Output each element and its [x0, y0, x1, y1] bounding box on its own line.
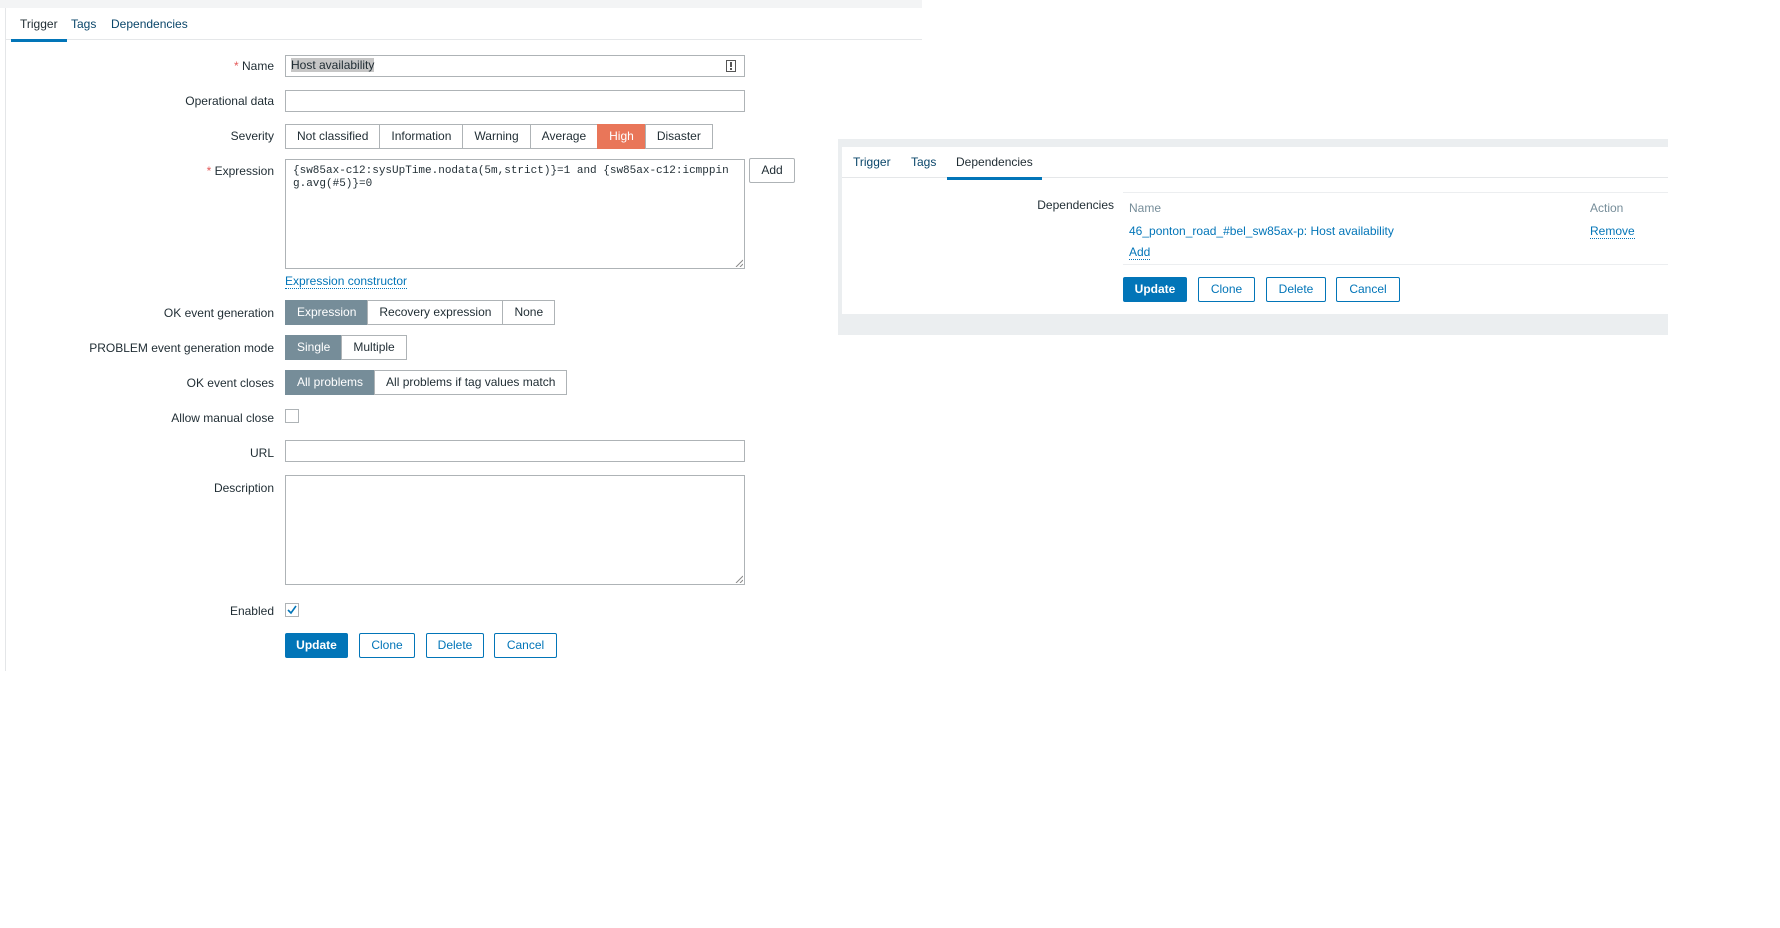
severity-warning[interactable]: Warning: [462, 124, 531, 149]
delete-button[interactable]: Delete: [426, 633, 484, 658]
operational-data-label: Operational data: [185, 94, 274, 108]
dependencies-form-tabs: Trigger Tags Dependencies: [842, 147, 1668, 180]
severity-label: Severity: [230, 129, 274, 143]
enabled-checkbox[interactable]: [285, 603, 299, 617]
severity-not-classified[interactable]: Not classified: [285, 124, 381, 149]
severity-average[interactable]: Average: [529, 124, 599, 149]
name-label-text: Name: [241, 59, 274, 73]
description-textarea[interactable]: [285, 475, 745, 585]
ok-gen-recovery-expression[interactable]: Recovery expression: [367, 300, 504, 325]
severity-disaster[interactable]: Disaster: [644, 124, 713, 149]
remove-dependency-link[interactable]: Remove: [1590, 224, 1635, 239]
column-header-name: Name: [1129, 201, 1162, 215]
ok-closes-tag-match[interactable]: All problems if tag values match: [374, 370, 568, 395]
severity-selector: Not classified Information Warning Avera…: [285, 124, 713, 149]
dependencies-view-frame: Trigger Tags Dependencies Dependencies N…: [838, 139, 1668, 335]
ok-event-generation-selector: Expression Recovery expression None: [285, 300, 556, 325]
problem-mode-selector: Single Multiple: [285, 335, 407, 360]
clone-button[interactable]: Clone: [359, 633, 415, 658]
name-label: * Name: [60, 59, 274, 73]
problem-mode-multiple[interactable]: Multiple: [341, 335, 407, 360]
dependencies-table: Name Action 46_ponton_road_#bel_sw85ax-p…: [1123, 192, 1668, 265]
description-label: Description: [213, 481, 274, 495]
cancel-button[interactable]: Cancel: [494, 633, 557, 658]
ok-gen-expression[interactable]: Expression: [285, 300, 369, 325]
problem-mode-label: PROBLEM event generation mode: [89, 341, 274, 355]
url-input[interactable]: [285, 440, 745, 462]
update-button[interactable]: Update: [1123, 277, 1187, 302]
ok-event-generation-label: OK event generation: [163, 306, 274, 320]
cancel-button[interactable]: Cancel: [1336, 277, 1400, 302]
expression-label-text: Expression: [214, 164, 274, 178]
operational-data-input[interactable]: [285, 90, 745, 112]
tab-tags[interactable]: Tags: [902, 155, 945, 177]
delete-button[interactable]: Delete: [1266, 277, 1326, 302]
allow-manual-close-label: Allow manual close: [171, 411, 274, 425]
update-button[interactable]: Update: [285, 633, 348, 658]
top-strip: [0, 0, 922, 8]
tab-dependencies[interactable]: Dependencies: [947, 155, 1042, 180]
add-dependency-link[interactable]: Add: [1129, 245, 1151, 260]
column-header-action: Action: [1590, 201, 1624, 215]
name-value: Host availability: [291, 58, 375, 72]
ok-closes-all-problems[interactable]: All problems: [285, 370, 376, 395]
resize-handle-icon[interactable]: [735, 259, 743, 267]
tab-trigger[interactable]: Trigger: [11, 17, 67, 42]
required-mark: *: [233, 59, 239, 73]
clone-button[interactable]: Clone: [1198, 277, 1255, 302]
expression-label: * Expression: [60, 164, 274, 178]
expression-textarea[interactable]: {sw85ax-c12:sysUpTime.nodata(5m,strict)}…: [285, 159, 745, 269]
problem-mode-single[interactable]: Single: [285, 335, 343, 360]
url-label: URL: [249, 446, 274, 460]
tab-dependencies[interactable]: Dependencies: [102, 17, 197, 39]
name-input[interactable]: Host availability: [285, 55, 745, 77]
allow-manual-close-checkbox[interactable]: [285, 409, 299, 423]
dependencies-panel: Trigger Tags Dependencies Dependencies N…: [842, 147, 1668, 314]
dependency-link[interactable]: 46_ponton_road_#bel_sw85ax-p: Host avail…: [1129, 224, 1394, 238]
checkmark-icon: [287, 605, 297, 615]
ok-event-closes-label: OK event closes: [186, 376, 274, 390]
form-tabs: Trigger Tags Dependencies: [5, 8, 922, 42]
ok-event-closes-selector: All problems All problems if tag values …: [285, 370, 568, 395]
macro-icon[interactable]: [726, 60, 736, 75]
ok-gen-none[interactable]: None: [502, 300, 556, 325]
expression-constructor-link[interactable]: Expression constructor: [285, 274, 408, 289]
enabled-label: Enabled: [229, 604, 274, 618]
required-mark: *: [206, 164, 212, 178]
resize-handle-icon[interactable]: [735, 575, 743, 583]
tab-trigger[interactable]: Trigger: [844, 155, 900, 177]
tab-tags[interactable]: Tags: [62, 17, 105, 39]
expression-add-button[interactable]: Add: [749, 158, 795, 183]
severity-information[interactable]: Information: [379, 124, 464, 149]
dependencies-label: Dependencies: [1037, 198, 1114, 212]
expression-value: {sw85ax-c12:sysUpTime.nodata(5m,strict)}…: [293, 165, 729, 190]
severity-high[interactable]: High: [597, 124, 646, 149]
